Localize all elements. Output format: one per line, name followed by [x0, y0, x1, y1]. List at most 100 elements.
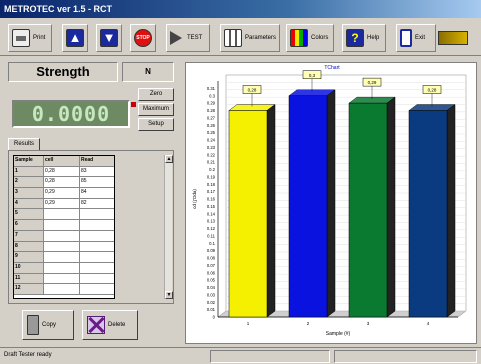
exit-icon [400, 29, 412, 47]
help-button[interactable]: ? Help [342, 24, 386, 52]
up-arrow-icon: ▲ [66, 29, 84, 47]
test-button[interactable]: TEST [166, 24, 210, 52]
y-tick-label: 0.1 [209, 241, 215, 246]
chart-panel: TChart 0 0.01 0.02 0.03 0.04 0.05 0.06 0.07 0.08… [185, 62, 477, 344]
results-table[interactable]: Sample cell Read 1 0,28 83 2 0,28 85 3 0,29 84 4 0,29… [13, 155, 115, 299]
y-tick-label: 0.22 [207, 152, 216, 157]
y-tick-label: 0.06 [207, 270, 216, 275]
parameters-button[interactable]: Parameters [220, 24, 280, 52]
table-cell: 7 [14, 230, 44, 241]
move-up-button[interactable]: ▲ [62, 24, 88, 52]
stop-icon: STOP [134, 29, 152, 47]
data-label: 0,28 [428, 88, 437, 93]
brand-logo-icon [438, 31, 468, 45]
table-row[interactable]: 1 0,28 83 [14, 166, 114, 178]
bar [228, 110, 268, 318]
delete-button[interactable]: Delete [82, 310, 138, 340]
table-cell: 0,28 [44, 177, 80, 188]
copy-button[interactable]: Copy [22, 310, 74, 340]
table-cell: 83 [81, 167, 87, 174]
strength-title: Strength [8, 62, 118, 82]
column-header: Read [80, 156, 114, 166]
table-cell [80, 274, 114, 284]
toolbar: Print ▲ ▼ STOP TEST Parameters Colors ? … [0, 20, 481, 56]
data-label: 0,3 [309, 73, 316, 78]
parameters-label: Parameters [244, 35, 276, 41]
table-cell: 11 [14, 273, 44, 284]
table-row[interactable]: 11 [14, 273, 114, 285]
table-cell [80, 284, 114, 294]
bar-side [326, 89, 336, 318]
table-cell: 0,29 [44, 198, 80, 209]
y-tick-label: 0.03 [207, 292, 216, 297]
table-cell [80, 209, 114, 219]
table-header-row: Sample cell Read [14, 156, 114, 167]
table-cell: 0,29 [44, 188, 80, 198]
stop-button[interactable]: STOP [130, 24, 156, 52]
table-cell: 4 [14, 198, 44, 209]
tab-results[interactable]: Results [8, 138, 40, 150]
copy-icon [27, 315, 39, 335]
table-cell: 84 [81, 189, 87, 196]
y-tick-label: 0.13 [207, 219, 216, 224]
y-tick-label: 0.25 [207, 130, 216, 135]
scroll-down-icon[interactable]: ▼ [165, 291, 173, 299]
y-tick-label: 0.09 [207, 248, 216, 253]
display-area: 0.0000 Zero Maximum Setup [8, 88, 174, 134]
table-row[interactable]: 8 [14, 241, 114, 253]
bar-side [386, 96, 396, 318]
move-down-button[interactable]: ▼ [96, 24, 122, 52]
colors-icon [290, 29, 308, 47]
colors-button[interactable]: Colors [286, 24, 334, 52]
parameters-icon [224, 29, 242, 47]
table-row[interactable]: 9 [14, 252, 114, 263]
status-segment [334, 350, 477, 363]
test-label: TEST [187, 35, 203, 41]
data-label: 0,28 [248, 88, 257, 93]
y-tick-label: 0.07 [207, 263, 216, 268]
help-icon: ? [346, 29, 364, 47]
table-cell [80, 242, 114, 252]
data-label: 0,29 [368, 80, 377, 85]
y-tick-label: 0.05 [207, 278, 216, 283]
value-display: 0.0000 [12, 100, 130, 128]
exit-button[interactable]: Exit [396, 24, 436, 52]
y-tick-label: 0.23 [207, 145, 216, 150]
colors-label: Colors [311, 35, 329, 41]
table-row[interactable]: 2 0,28 85 [14, 177, 114, 189]
x-tick-label: 3 [367, 321, 370, 326]
indicator-light [131, 102, 136, 107]
table-cell: 12 [14, 284, 44, 294]
y-tick-label: 0.27 [207, 115, 216, 120]
table-cell [80, 220, 114, 230]
table-cell: 82 [81, 199, 87, 206]
y-axis-title: cd (ƒDda) [192, 189, 197, 209]
print-button[interactable]: Print [8, 24, 52, 52]
bar [408, 110, 448, 318]
app-window: METROTEC ver 1.5 - RCT Print ▲ ▼ STOP TE… [0, 0, 481, 364]
results-scrollbar[interactable]: ▲ ▼ [164, 155, 173, 299]
table-row[interactable]: 12 [14, 284, 114, 295]
y-tick-label: 0.08 [207, 256, 216, 261]
y-tick-label: 0.19 [207, 174, 216, 179]
table-cell: 5 [14, 209, 44, 220]
strength-row: Strength N [4, 60, 180, 84]
zero-button[interactable]: Zero [138, 88, 174, 101]
y-tick-label: 0.11 [207, 233, 216, 238]
table-row[interactable]: 7 [14, 230, 114, 242]
status-segment [210, 350, 330, 363]
y-tick-label: 0.24 [207, 138, 216, 143]
table-cell: 10 [14, 262, 44, 273]
delete-icon [87, 316, 105, 334]
table-row[interactable]: 6 [14, 220, 114, 231]
table-row[interactable]: 10 [14, 262, 114, 274]
table-row[interactable]: 3 0,29 84 [14, 188, 114, 199]
table-row[interactable]: 5 [14, 209, 114, 221]
maximum-button[interactable]: Maximum [138, 103, 174, 116]
setup-button[interactable]: Setup [138, 118, 174, 131]
print-label: Print [33, 35, 46, 41]
scroll-up-icon[interactable]: ▲ [165, 155, 173, 163]
y-tick-label: 0.17 [207, 189, 216, 194]
y-tick-label: 0.04 [207, 285, 216, 290]
table-row[interactable]: 4 0,29 82 [14, 198, 114, 210]
